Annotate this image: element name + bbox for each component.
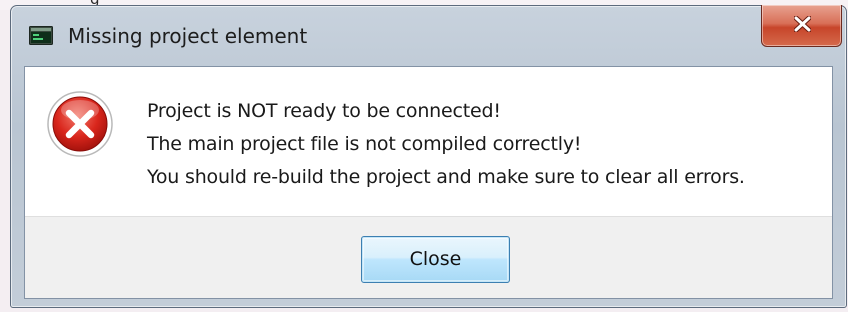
terminal-icon bbox=[29, 26, 53, 45]
title-bar[interactable]: Missing project element bbox=[11, 5, 846, 66]
dialog-title: Missing project element bbox=[68, 24, 308, 48]
message-text: Project is NOT ready to be connected! Th… bbox=[147, 95, 745, 194]
error-icon bbox=[46, 90, 114, 158]
message-line-1: Project is NOT ready to be connected! bbox=[147, 100, 501, 122]
dialog-window: Missing project element Project is NOT r… bbox=[10, 5, 847, 308]
dialog-client-area: Project is NOT ready to be connected! Th… bbox=[24, 66, 833, 299]
titlebar-close-button[interactable] bbox=[761, 5, 842, 47]
message-line-3: You should re-build the project and make… bbox=[147, 166, 745, 188]
message-panel: Project is NOT ready to be connected! Th… bbox=[25, 67, 832, 217]
message-line-2: The main project file is not compiled co… bbox=[147, 133, 582, 155]
close-button[interactable]: Close bbox=[361, 236, 510, 283]
